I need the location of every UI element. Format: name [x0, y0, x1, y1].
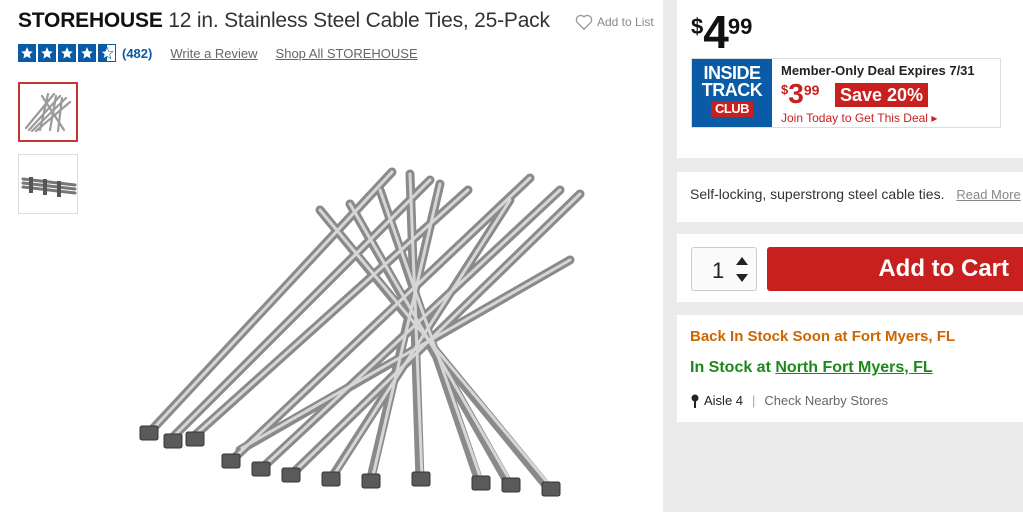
price-panel: $ 4 99 INSIDE TRACK CLUB Member-Only Dea…: [677, 0, 1023, 158]
product-name: 12 in. Stainless Steel Cable Ties, 25-Pa…: [168, 9, 550, 32]
thumbnail-1[interactable]: [18, 82, 78, 142]
product-price: $ 4 99: [691, 6, 752, 58]
divider: |: [752, 393, 756, 408]
member-price-cents: 99: [803, 82, 820, 98]
product-description: Self-locking, superstrong steel cable ti…: [690, 186, 1021, 202]
price-dollars: 4: [703, 6, 729, 58]
inside-track-club-logo: INSIDE TRACK CLUB: [692, 59, 772, 127]
write-review-link[interactable]: Write a Review: [170, 46, 257, 61]
add-to-list-button[interactable]: Add to List: [575, 14, 654, 30]
half-star-icon: [98, 44, 116, 62]
product-title: STOREHOUSE 12 in. Stainless Steel Cable …: [18, 9, 550, 33]
store-link[interactable]: North Fort Myers, FL: [775, 359, 932, 376]
save-badge: Save 20%: [835, 83, 929, 107]
read-more-link[interactable]: Read More: [956, 187, 1020, 202]
star-icon: [58, 44, 76, 62]
price-symbol: $: [691, 14, 704, 39]
rating-row: (482) Write a Review Shop All STOREHOUSE: [18, 44, 436, 62]
cable-ties-thumbnail: [24, 92, 72, 133]
location-pin-icon: [691, 394, 699, 408]
availability-panel: Back In Stock Soon at Fort Myers, FL In …: [677, 315, 1023, 422]
cable-ties-bundle-thumbnail: [21, 177, 77, 197]
in-stock-prefix: In Stock at: [690, 359, 771, 376]
add-to-list-label: Add to List: [597, 15, 654, 29]
add-to-cart-button[interactable]: Add to Cart: [767, 247, 1023, 291]
aisle-row: Aisle 4 | Check Nearby Stores: [690, 393, 888, 408]
product-main-image[interactable]: [130, 150, 600, 510]
join-label: Join Today to Get This Deal: [781, 111, 928, 125]
price-cents: 99: [727, 14, 753, 39]
shop-all-link[interactable]: Shop All STOREHOUSE: [276, 46, 418, 61]
member-deal-headline: Member-Only Deal Expires 7/31: [781, 63, 975, 78]
star-rating[interactable]: [18, 44, 116, 62]
logo-line-3: CLUB: [710, 101, 754, 117]
quantity-up-icon[interactable]: [736, 257, 748, 265]
member-price-dollars: 3: [788, 78, 804, 109]
heart-icon: [575, 14, 593, 30]
logo-line-2: TRACK: [701, 80, 763, 100]
member-price-symbol: $: [781, 82, 789, 97]
brand-name: STOREHOUSE: [18, 9, 163, 32]
aisle-label: Aisle 4: [704, 393, 744, 408]
check-nearby-stores-link[interactable]: Check Nearby Stores: [764, 393, 888, 408]
back-in-stock-text: Back In Stock Soon at Fort Myers, FL: [690, 328, 956, 345]
cart-panel: 1 Add to Cart: [677, 234, 1023, 302]
in-stock-text: In Stock at North Fort Myers, FL: [690, 359, 933, 377]
description-text: Self-locking, superstrong steel cable ti…: [690, 186, 945, 202]
star-icon: [78, 44, 96, 62]
quantity-stepper[interactable]: 1: [691, 247, 757, 291]
inside-track-club-box[interactable]: INSIDE TRACK CLUB Member-Only Deal Expir…: [691, 58, 1001, 128]
description-panel: Self-locking, superstrong steel cable ti…: [677, 172, 1023, 222]
product-gallery-area: STOREHOUSE 12 in. Stainless Steel Cable …: [0, 0, 663, 512]
review-count[interactable]: (482): [122, 46, 152, 61]
thumbnail-2[interactable]: [18, 154, 78, 214]
caret-right-icon: ▸: [931, 111, 938, 125]
star-icon: [18, 44, 36, 62]
quantity-value[interactable]: 1: [712, 258, 724, 284]
star-icon: [38, 44, 56, 62]
quantity-down-icon[interactable]: [736, 274, 748, 282]
member-price: $ 3 99: [781, 79, 819, 109]
join-link[interactable]: Join Today to Get This Deal ▸: [781, 111, 937, 125]
